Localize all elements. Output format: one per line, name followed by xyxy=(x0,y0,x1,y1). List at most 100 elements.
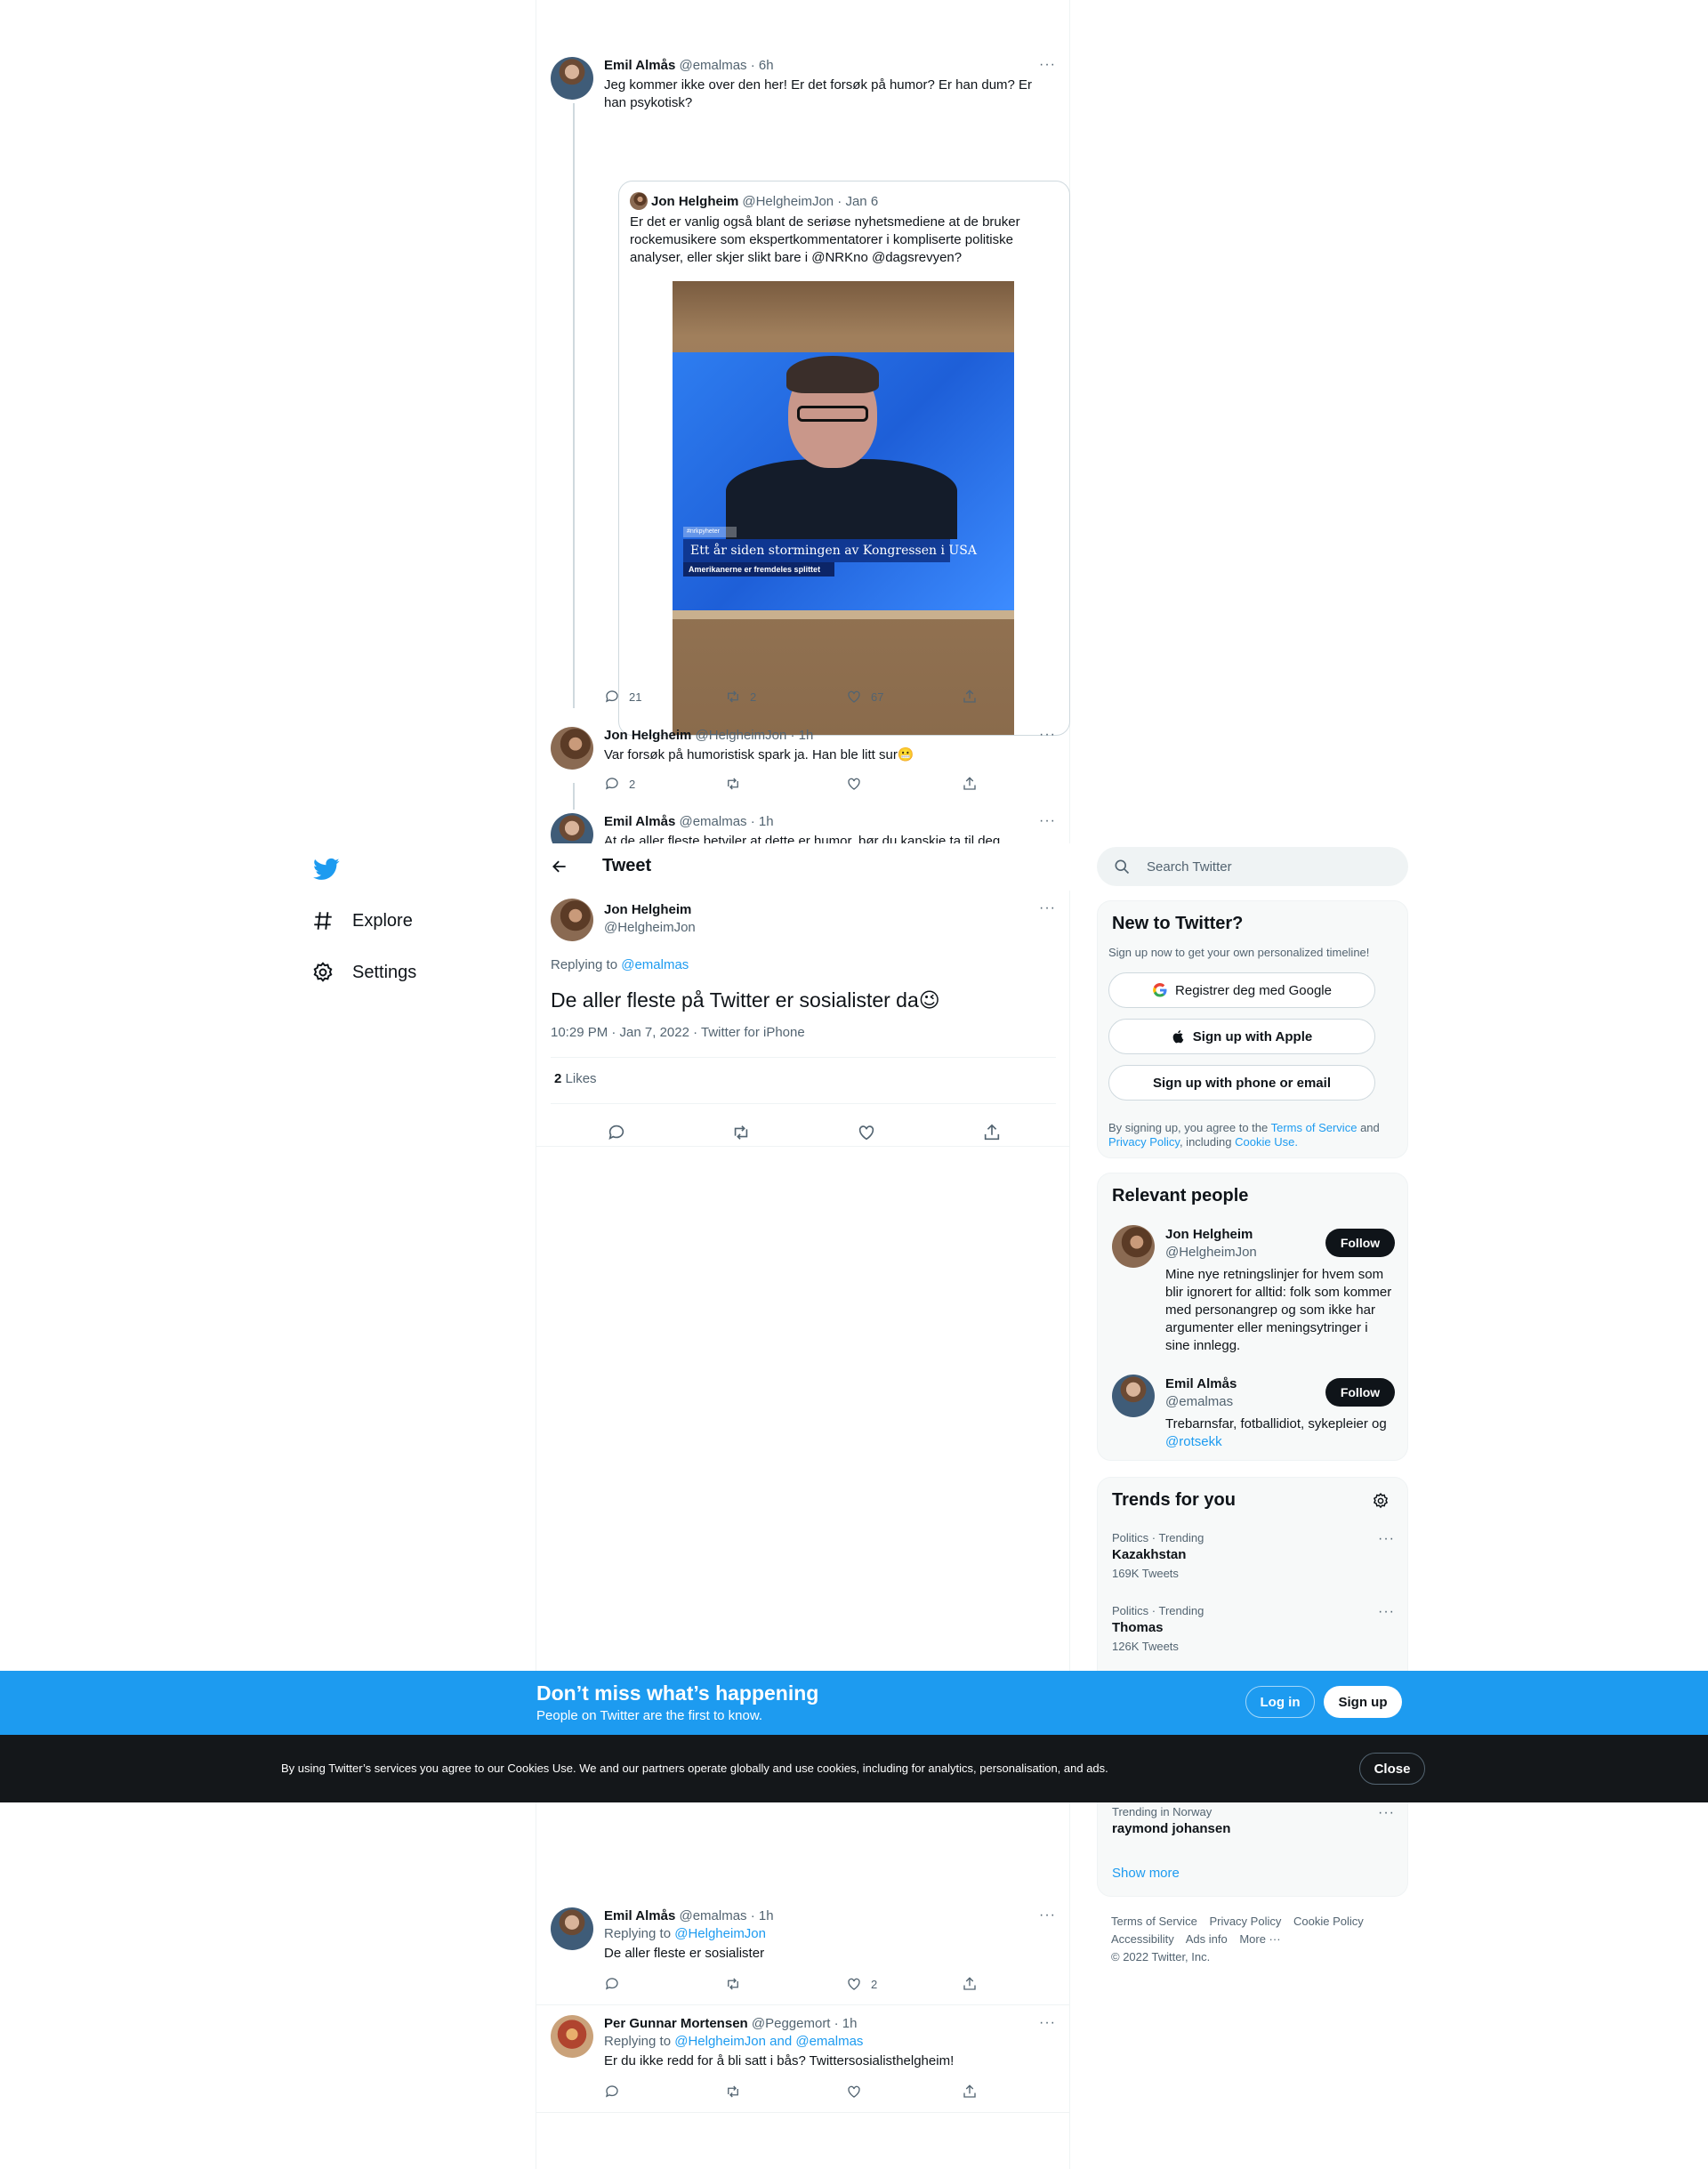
follow-button[interactable]: Follow xyxy=(1325,1378,1395,1407)
likes-count: 2 xyxy=(554,1071,562,1086)
share-button[interactable] xyxy=(962,776,978,792)
retweet-button[interactable] xyxy=(725,2084,741,2100)
like-button[interactable] xyxy=(846,776,862,792)
reply-button[interactable] xyxy=(604,2084,620,2100)
person-name[interactable]: Emil Almås xyxy=(1165,1376,1237,1391)
nav-explore[interactable]: Explore xyxy=(311,907,413,934)
thread-tweet[interactable]: Emil Almås @emalmas · 6h Jeg kommer ikke… xyxy=(551,57,1070,736)
twitter-logo-icon[interactable] xyxy=(313,856,340,883)
cookie-banner: By using Twitter’s services you agree to… xyxy=(0,1735,1708,1802)
gear-icon[interactable] xyxy=(1372,1492,1390,1510)
author-name[interactable]: Jon Helgheim xyxy=(604,902,691,917)
avatar[interactable] xyxy=(551,1907,593,1950)
replying-to-link[interactable]: @HelgheimJon and @emalmas xyxy=(674,2034,863,2049)
footer-link[interactable]: Privacy Policy xyxy=(1209,1915,1281,1928)
reply-button[interactable] xyxy=(607,1123,626,1147)
person-bio: Mine nye retningslinjer for hvem som bli… xyxy=(1165,1267,1392,1353)
grimace-emoji: 😬 xyxy=(897,747,914,762)
like-button[interactable]: 2 xyxy=(846,1976,877,1992)
reply-button[interactable]: 2 xyxy=(604,776,635,792)
phone-signup-button[interactable]: Sign up with phone or email xyxy=(1108,1065,1375,1101)
replying-to-link[interactable]: @emalmas xyxy=(621,957,689,972)
trend-item[interactable]: Trending in Norway raymond johansen ··· xyxy=(1112,1805,1395,1839)
more-icon[interactable]: ··· xyxy=(1039,813,1056,829)
privacy-policy-link[interactable]: Privacy Policy xyxy=(1108,1135,1180,1149)
author-name[interactable]: Emil Almås xyxy=(604,58,675,73)
share-button[interactable] xyxy=(962,1976,978,1992)
follow-button[interactable]: Follow xyxy=(1325,1229,1395,1257)
likes-link[interactable]: 2 Likes xyxy=(554,1071,597,1086)
share-icon xyxy=(963,1977,976,1990)
avatar[interactable] xyxy=(1112,1225,1155,1268)
footer-link[interactable]: Terms of Service xyxy=(1111,1915,1197,1928)
retweet-button[interactable] xyxy=(731,1123,751,1147)
share-button[interactable] xyxy=(962,689,978,705)
replying-to-link[interactable]: @HelgheimJon xyxy=(674,1926,766,1941)
retweet-button[interactable]: 2 xyxy=(725,689,756,705)
reply-tweet[interactable]: Per Gunnar Mortensen @Peggemort · 1h Rep… xyxy=(551,2015,1056,2104)
like-button[interactable] xyxy=(846,2084,862,2100)
person-name[interactable]: Jon Helgheim xyxy=(1165,1227,1253,1242)
google-signup-button[interactable]: Registrer deg med Google xyxy=(1108,972,1375,1008)
avatar[interactable] xyxy=(1112,1375,1155,1417)
replying-label: Replying to xyxy=(604,2034,672,2049)
author-name[interactable]: Emil Almås xyxy=(604,1908,675,1923)
terms-of-service-link[interactable]: Terms of Service xyxy=(1271,1121,1358,1134)
cookie-use-link[interactable]: Cookie Use. xyxy=(1235,1135,1298,1149)
trend-item[interactable]: Politics · Trending Thomas 126K Tweets ·… xyxy=(1112,1604,1395,1654)
trend-item[interactable]: Politics · Trending Kazakhstan 169K Twee… xyxy=(1112,1531,1395,1581)
signup-button[interactable]: Sign up xyxy=(1324,1686,1402,1718)
terms-text: By signing up, you agree to the xyxy=(1108,1121,1269,1134)
author-handle: @emalmas · 1h xyxy=(679,814,774,829)
banner-title: Don’t miss what’s happening xyxy=(536,1681,819,1705)
avatar[interactable] xyxy=(551,727,593,770)
avatar[interactable] xyxy=(551,899,593,941)
person-cell[interactable]: Emil Almås @emalmas Follow Trebarnsfar, … xyxy=(1112,1375,1395,1455)
search-input[interactable] xyxy=(1147,847,1396,886)
reply-button[interactable] xyxy=(604,1976,620,1992)
footer-link[interactable]: Ads info xyxy=(1186,1932,1228,1946)
like-button[interactable]: 67 xyxy=(846,689,883,705)
apple-signup-button[interactable]: Sign up with Apple xyxy=(1108,1019,1375,1054)
reply-tweet[interactable]: Emil Almås @emalmas · 1h Replying to @He… xyxy=(551,1907,1056,1996)
more-icon[interactable]: ··· xyxy=(1039,727,1056,743)
more-icon[interactable]: ··· xyxy=(1039,2015,1056,2031)
more-icon[interactable]: ··· xyxy=(1378,1805,1395,1821)
footer-link[interactable]: More ··· xyxy=(1239,1932,1280,1946)
author-name[interactable]: Emil Almås xyxy=(604,814,675,829)
person-cell[interactable]: Jon Helgheim @HelgheimJon Follow Mine ny… xyxy=(1112,1225,1395,1359)
footer-link[interactable]: Accessibility xyxy=(1111,1932,1174,1946)
tweet-photo[interactable]: #nrkpyheter Ett år siden stormingen av K… xyxy=(673,281,1014,735)
footer-link[interactable]: Cookie Policy xyxy=(1293,1915,1364,1928)
reply-button[interactable]: 21 xyxy=(604,689,641,705)
more-icon[interactable]: ··· xyxy=(1378,1604,1395,1620)
tweet-timestamp[interactable]: 10:29 PM · Jan 7, 2022 · Twitter for iPh… xyxy=(551,1025,805,1040)
avatar[interactable] xyxy=(551,2015,593,2058)
login-button[interactable]: Log in xyxy=(1245,1686,1315,1718)
author-name[interactable]: Per Gunnar Mortensen xyxy=(604,2016,748,2031)
retweet-button[interactable] xyxy=(725,1976,741,1992)
avatar[interactable] xyxy=(551,813,593,843)
close-cookie-button[interactable]: Close xyxy=(1359,1753,1425,1785)
more-icon[interactable]: ··· xyxy=(1039,1907,1056,1923)
share-button[interactable] xyxy=(982,1123,1002,1147)
more-icon[interactable]: ··· xyxy=(1039,900,1056,916)
show-more-link[interactable]: Show more xyxy=(1112,1866,1180,1881)
more-icon[interactable]: ··· xyxy=(1378,1531,1395,1547)
thread-tweet[interactable]: Jon Helgheim @HelgheimJon · 1h Var forsø… xyxy=(551,727,1056,798)
retweet-button[interactable] xyxy=(725,776,741,792)
thread-tweet[interactable]: Emil Almås @emalmas · 1h At de aller fle… xyxy=(551,813,1056,843)
more-icon[interactable]: ··· xyxy=(1039,57,1056,73)
author-name[interactable]: Jon Helgheim xyxy=(604,728,691,743)
nav-settings[interactable]: Settings xyxy=(311,959,416,986)
phone-signup-label: Sign up with phone or email xyxy=(1152,1075,1331,1091)
avatar[interactable] xyxy=(551,57,593,100)
search-box[interactable] xyxy=(1097,847,1408,886)
back-arrow-icon[interactable] xyxy=(551,858,568,875)
bio-mention-link[interactable]: @rotsekk xyxy=(1165,1434,1222,1449)
share-button[interactable] xyxy=(962,2084,978,2100)
author-handle[interactable]: @HelgheimJon xyxy=(604,920,696,935)
reply-icon xyxy=(605,1978,618,1990)
like-button[interactable] xyxy=(857,1123,876,1147)
quoted-tweet[interactable]: Jon Helgheim @HelgheimJon · Jan 6 Er det… xyxy=(618,181,1070,736)
